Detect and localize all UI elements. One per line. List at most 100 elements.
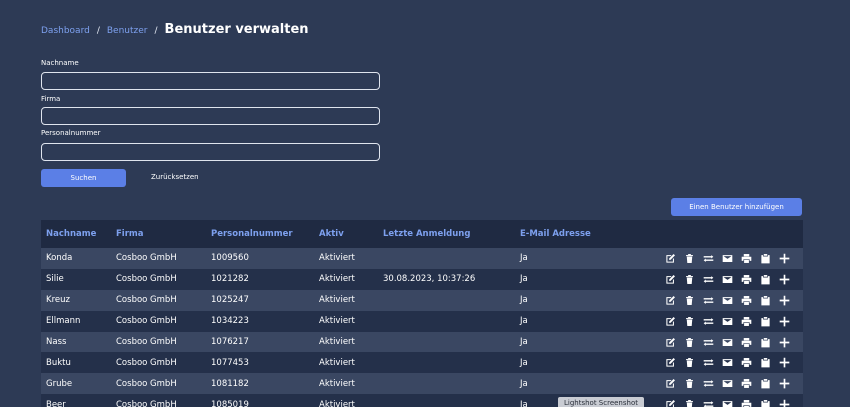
cell-nachname: Buktu — [46, 357, 71, 368]
edit-icon[interactable] — [664, 398, 677, 407]
cell-nachname: Konda — [46, 253, 73, 264]
mail-icon[interactable] — [721, 294, 734, 307]
transfer-icon[interactable] — [702, 273, 715, 286]
cell-personalnummer: 1081182 — [211, 378, 249, 389]
cell-email: Ja — [520, 295, 528, 306]
breadcrumb-dashboard-link[interactable]: Dashboard — [41, 26, 90, 36]
trash-icon[interactable] — [683, 252, 696, 265]
cell-email: Ja — [520, 316, 528, 327]
row-actions — [664, 394, 791, 407]
cell-personalnummer: 1076217 — [211, 337, 249, 347]
edit-icon[interactable] — [664, 273, 677, 286]
plus-icon[interactable] — [778, 273, 791, 286]
cell-nachname: Ellmann — [46, 316, 81, 327]
print-icon[interactable] — [740, 294, 753, 307]
trash-icon[interactable] — [683, 336, 696, 349]
add-user-button[interactable]: Einen Benutzer hinzufügen — [671, 198, 802, 216]
plus-icon[interactable] — [778, 356, 791, 369]
cell-aktiv: Aktiviert — [319, 378, 355, 389]
edit-icon[interactable] — [664, 252, 677, 265]
table-row[interactable]: Kreuz Cosboo GmbH 1025247 Aktiviert Ja — [41, 289, 803, 311]
trash-icon[interactable] — [683, 294, 696, 307]
print-icon[interactable] — [740, 377, 753, 390]
clipboard-icon[interactable] — [759, 252, 772, 265]
personalnummer-input[interactable] — [41, 143, 380, 161]
trash-icon[interactable] — [683, 377, 696, 390]
trash-icon[interactable] — [683, 398, 696, 407]
cell-aktiv: Aktiviert — [319, 274, 355, 285]
mail-icon[interactable] — [721, 398, 734, 407]
table-row[interactable]: Silie Cosboo GmbH 1021282 Aktiviert 30.08.20… — [41, 268, 803, 290]
mail-icon[interactable] — [721, 315, 734, 328]
print-icon[interactable] — [740, 398, 753, 407]
cell-aktiv: Aktiviert — [319, 316, 355, 327]
table-row[interactable]: Nass Cosboo GmbH 1076217 Aktiviert Ja — [41, 331, 803, 353]
print-icon[interactable] — [740, 273, 753, 286]
reset-button[interactable]: Zurücksetzen — [151, 173, 199, 181]
transfer-icon[interactable] — [702, 398, 715, 407]
table-row[interactable]: Grube Cosboo GmbH 1081182 Aktiviert Ja — [41, 373, 803, 395]
search-button[interactable]: Suchen — [41, 169, 126, 187]
column-header-letzte-anmeldung[interactable]: Letzte Anmeldung — [383, 229, 470, 239]
transfer-icon[interactable] — [702, 315, 715, 328]
mail-icon[interactable] — [721, 356, 734, 369]
table-header: Nachname Firma Personalnummer Aktiv Letz… — [41, 220, 803, 248]
column-header-aktiv[interactable]: Aktiv — [319, 229, 344, 239]
transfer-icon[interactable] — [702, 377, 715, 390]
plus-icon[interactable] — [778, 336, 791, 349]
plus-icon[interactable] — [778, 377, 791, 390]
mail-icon[interactable] — [721, 377, 734, 390]
trash-icon[interactable] — [683, 273, 696, 286]
tooltip: Lightshot Screenshot — [558, 397, 644, 407]
page-title: Benutzer verwalten — [164, 22, 309, 37]
plus-icon[interactable] — [778, 315, 791, 328]
row-actions — [664, 311, 791, 332]
edit-icon[interactable] — [664, 356, 677, 369]
column-header-firma[interactable]: Firma — [116, 229, 144, 239]
transfer-icon[interactable] — [702, 294, 715, 307]
plus-icon[interactable] — [778, 294, 791, 307]
table-row[interactable]: Konda Cosboo GmbH 1009560 Aktiviert Ja — [41, 248, 803, 269]
breadcrumb-separator: / — [96, 26, 100, 36]
cell-aktiv: Aktiviert — [319, 357, 355, 368]
print-icon[interactable] — [740, 315, 753, 328]
print-icon[interactable] — [740, 252, 753, 265]
clipboard-icon[interactable] — [759, 356, 772, 369]
transfer-icon[interactable] — [702, 356, 715, 369]
table-row[interactable]: Buktu Cosboo GmbH 1077453 Aktiviert Ja — [41, 352, 803, 374]
trash-icon[interactable] — [683, 356, 696, 369]
edit-icon[interactable] — [664, 377, 677, 390]
print-icon[interactable] — [740, 336, 753, 349]
clipboard-icon[interactable] — [759, 398, 772, 407]
print-icon[interactable] — [740, 356, 753, 369]
row-actions — [664, 373, 791, 394]
table-row[interactable]: Ellmann Cosboo GmbH 1034223 Aktiviert Ja — [41, 310, 803, 332]
transfer-icon[interactable] — [702, 252, 715, 265]
breadcrumb: Dashboard / Benutzer / Benutzer verwalte… — [41, 22, 309, 37]
column-header-nachname[interactable]: Nachname — [46, 229, 96, 239]
cell-firma: Cosboo GmbH — [116, 316, 177, 327]
breadcrumb-benutzer-link[interactable]: Benutzer — [107, 26, 148, 36]
table-row[interactable]: Beer Cosboo GmbH 1085019 Aktiviert Ja — [41, 394, 803, 407]
clipboard-icon[interactable] — [759, 273, 772, 286]
plus-icon[interactable] — [778, 252, 791, 265]
trash-icon[interactable] — [683, 315, 696, 328]
clipboard-icon[interactable] — [759, 315, 772, 328]
transfer-icon[interactable] — [702, 336, 715, 349]
edit-icon[interactable] — [664, 294, 677, 307]
personalnummer-label: Personalnummer — [41, 129, 101, 137]
clipboard-icon[interactable] — [759, 336, 772, 349]
plus-icon[interactable] — [778, 398, 791, 407]
mail-icon[interactable] — [721, 336, 734, 349]
cell-email: Ja — [520, 378, 528, 389]
nachname-input[interactable] — [41, 72, 380, 90]
clipboard-icon[interactable] — [759, 294, 772, 307]
firma-input[interactable] — [41, 107, 380, 125]
mail-icon[interactable] — [721, 252, 734, 265]
mail-icon[interactable] — [721, 273, 734, 286]
clipboard-icon[interactable] — [759, 377, 772, 390]
column-header-personalnummer[interactable]: Personalnummer — [211, 229, 293, 239]
column-header-email[interactable]: E-Mail Adresse — [520, 229, 591, 239]
edit-icon[interactable] — [664, 315, 677, 328]
edit-icon[interactable] — [664, 336, 677, 349]
